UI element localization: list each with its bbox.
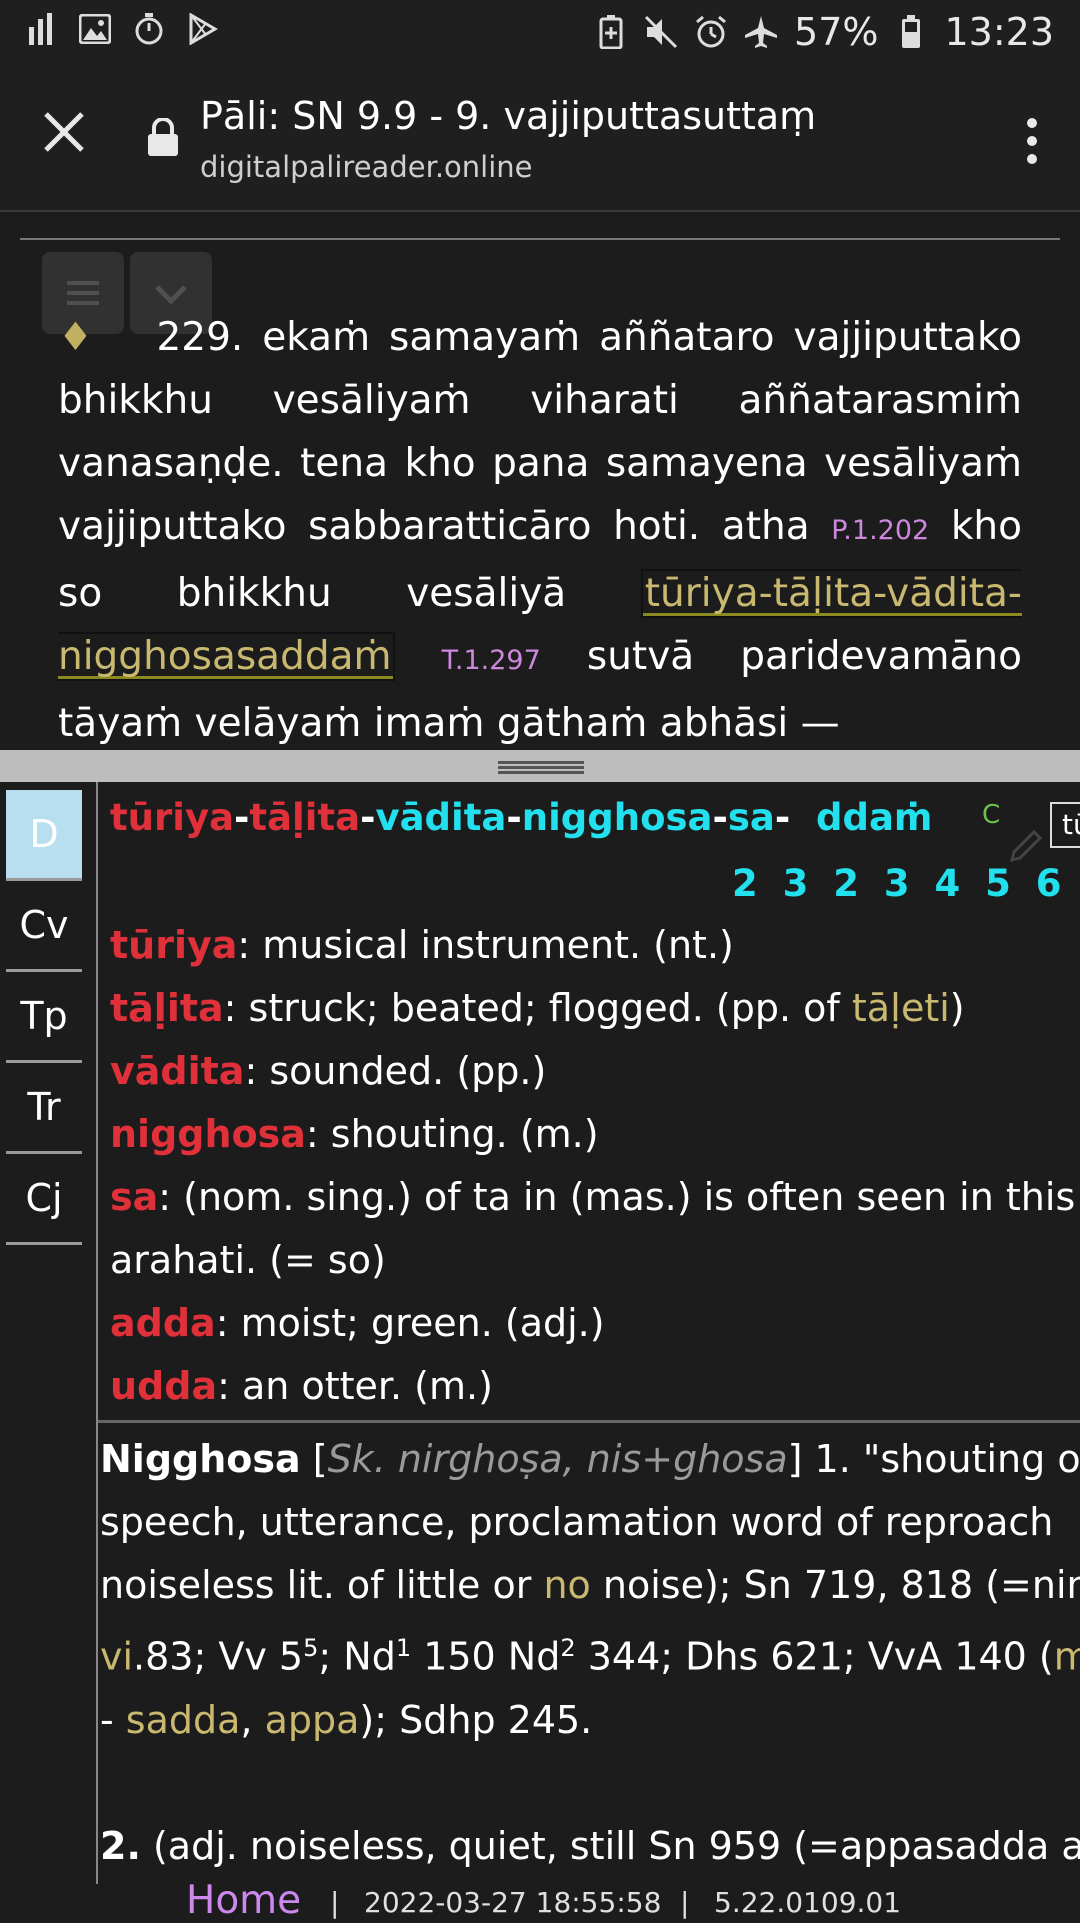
footer-date: 2022-03-27 18:55:58 <box>364 1886 662 1919</box>
link-vi[interactable]: vi <box>100 1635 133 1679</box>
stopwatch-icon <box>132 12 166 46</box>
link-taleti[interactable]: tāḷeti <box>852 986 950 1030</box>
word-input-box[interactable]: tūriya <box>1050 802 1080 848</box>
definition-row: udda: an otter. (m.) <box>110 1364 493 1408</box>
link-ma[interactable]: ma <box>1054 1635 1080 1679</box>
battery-icon <box>894 15 928 49</box>
part-talita[interactable]: tāḷita <box>249 796 360 839</box>
home-link[interactable]: Home <box>186 1878 301 1923</box>
signal-bars-icon <box>24 12 58 46</box>
passage-text-1[interactable]: 229. ekaṁ samayaṁ aññataro vajjiputtako … <box>58 315 1022 549</box>
tab-tr[interactable]: Tr <box>6 1063 82 1154</box>
page-ref-p[interactable]: P.1.202 <box>831 515 929 546</box>
tab-cj[interactable]: Cj <box>6 1154 82 1245</box>
ped-entry: Nigghosa [Sk. nirghoṣa, nis+ghosa] 1. "s… <box>96 1420 1080 1884</box>
clock: 13:23 <box>944 10 1054 54</box>
page-ref-t[interactable]: T.1.297 <box>442 645 541 676</box>
part-vadita[interactable]: vādita <box>375 796 506 839</box>
close-icon[interactable] <box>38 106 90 158</box>
lock-icon <box>146 117 180 158</box>
definition-row: adda: moist; green. (adj.) <box>110 1301 605 1345</box>
page-title: Pāli: SN 9.9 - 9. vajjiputtasuttaṃ <box>200 94 817 138</box>
word-analysis: tūriya-tāḷita-vādita-nigghosa-sa- ddaṁ C… <box>96 782 1080 1423</box>
airplane-icon <box>744 15 778 49</box>
battery-saver-icon <box>594 15 628 49</box>
battery-percent: 57% <box>794 10 879 54</box>
play-store-icon <box>186 12 220 46</box>
ped-etymology: Sk. nirghoṣa, nis+ghosa <box>327 1437 788 1481</box>
dictionary-pane: D Cv Tp Tr Cj tūriya-tāḷita-vādita-niggh… <box>0 782 1080 1884</box>
tab-d[interactable]: D <box>6 790 82 881</box>
footer-separator: | <box>330 1886 340 1919</box>
link-sadda[interactable]: sadda <box>126 1698 241 1742</box>
more-options-icon[interactable] <box>1024 116 1040 166</box>
part-turiya[interactable]: tūriya <box>110 796 234 839</box>
mute-icon <box>644 15 678 49</box>
tag-c[interactable]: C <box>982 800 1000 830</box>
definition-row: tāḷita: struck; beated; flogged. (pp. of… <box>110 986 965 1030</box>
side-tab-bar: D Cv Tp Tr Cj <box>6 790 82 1245</box>
definition-row: nigghosa: shouting. (m.) <box>110 1112 599 1156</box>
definition-row: tūriya: musical instrument. (nt.) <box>110 923 734 967</box>
variant-numbers[interactable]: 2 3 2 3 4 5 6 <box>732 862 1068 905</box>
diamond-icon: ♦ <box>58 315 100 360</box>
definition-row: arahati. (= so) <box>110 1238 386 1282</box>
text-reader-pane: ♦ 229. ekaṁ samayaṁ aññataro vajjiputtak… <box>0 212 1080 750</box>
pane-resize-handle[interactable] <box>0 750 1080 782</box>
footer-bar: Home | 2022-03-27 18:55:58 | 5.22.0109.0… <box>0 1878 1080 1923</box>
definition-row: vādita: sounded. (pp.) <box>110 1049 547 1093</box>
pali-passage[interactable]: ♦ 229. ekaṁ samayaṁ aññataro vajjiputtak… <box>58 306 1022 750</box>
tab-tp[interactable]: Tp <box>6 972 82 1063</box>
definition-row: sa: (nom. sing.) of ta in (mas.) is ofte… <box>110 1175 1076 1219</box>
ped-entry-text: Nigghosa [Sk. nirghoṣa, nis+ghosa] 1. "s… <box>100 1428 1080 1878</box>
tab-cv[interactable]: Cv <box>6 881 82 972</box>
browser-toolbar: Pāli: SN 9.9 - 9. vajjiputtasuttaṃ digit… <box>0 64 1080 212</box>
compound-breakdown: tūriya-tāḷita-vādita-nigghosa-sa- ddaṁ <box>110 796 933 839</box>
status-bar: 57% 13:23 <box>0 0 1080 64</box>
footer-version: 5.22.0109.01 <box>714 1886 902 1919</box>
link-appa[interactable]: appa <box>265 1698 360 1742</box>
part-sa[interactable]: sa <box>728 796 775 839</box>
definition-list: tūriya: musical instrument. (nt.) tāḷita… <box>110 914 1080 1418</box>
ped-headword: Nigghosa <box>100 1437 301 1481</box>
link-no[interactable]: no <box>543 1563 590 1607</box>
image-icon <box>78 12 112 46</box>
divider-line <box>20 238 1060 240</box>
alarm-icon <box>694 15 728 49</box>
pencil-icon[interactable] <box>1008 828 1044 864</box>
page-url[interactable]: digitalpalireader.online <box>200 150 533 184</box>
part-nigghosa[interactable]: nigghosa <box>522 796 713 839</box>
part-ddam[interactable]: ddaṁ <box>816 796 933 839</box>
footer-separator: | <box>680 1886 690 1919</box>
